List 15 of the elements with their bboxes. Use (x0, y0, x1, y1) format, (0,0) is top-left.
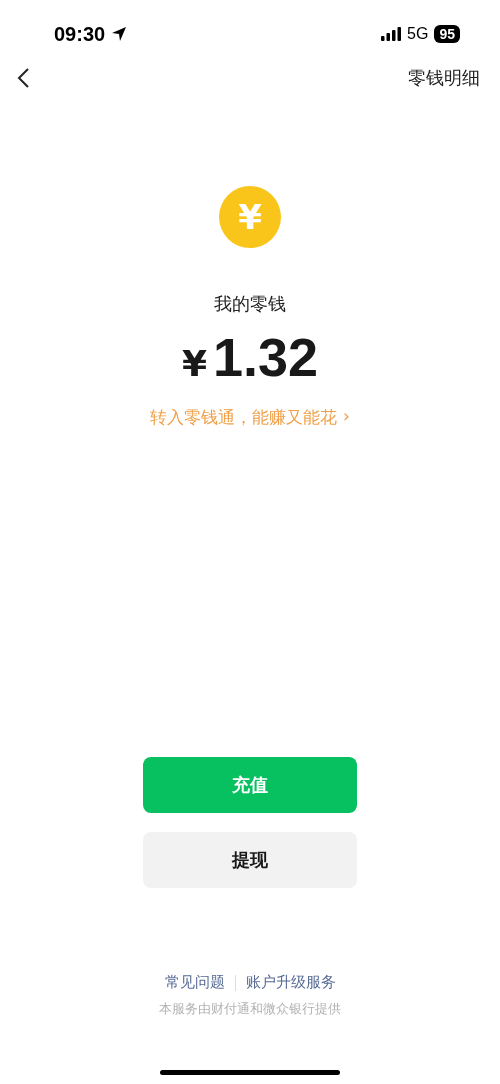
network-label: 5G (407, 25, 429, 43)
currency-symbol: ¥ (181, 343, 207, 384)
coin-icon: ¥ (219, 186, 281, 248)
balance-amount: 1.32 (212, 326, 319, 388)
footer-link[interactable]: 常见问题 (164, 973, 225, 992)
details-link[interactable]: 零钱明细 (408, 66, 480, 90)
balance-label: 我的零钱 (214, 292, 286, 316)
status-time: 09:30 (54, 22, 106, 46)
signal-icon (381, 27, 402, 41)
provider-note: 本服务由财付通和微众银行提供 (159, 1000, 341, 1018)
withdraw-button[interactable]: 提现 (143, 832, 357, 888)
back-button[interactable] (16, 67, 30, 89)
location-arrow-icon (111, 26, 128, 42)
footer-link[interactable]: 账户升级服务 (245, 973, 336, 992)
battery-level: 95 (434, 25, 460, 43)
